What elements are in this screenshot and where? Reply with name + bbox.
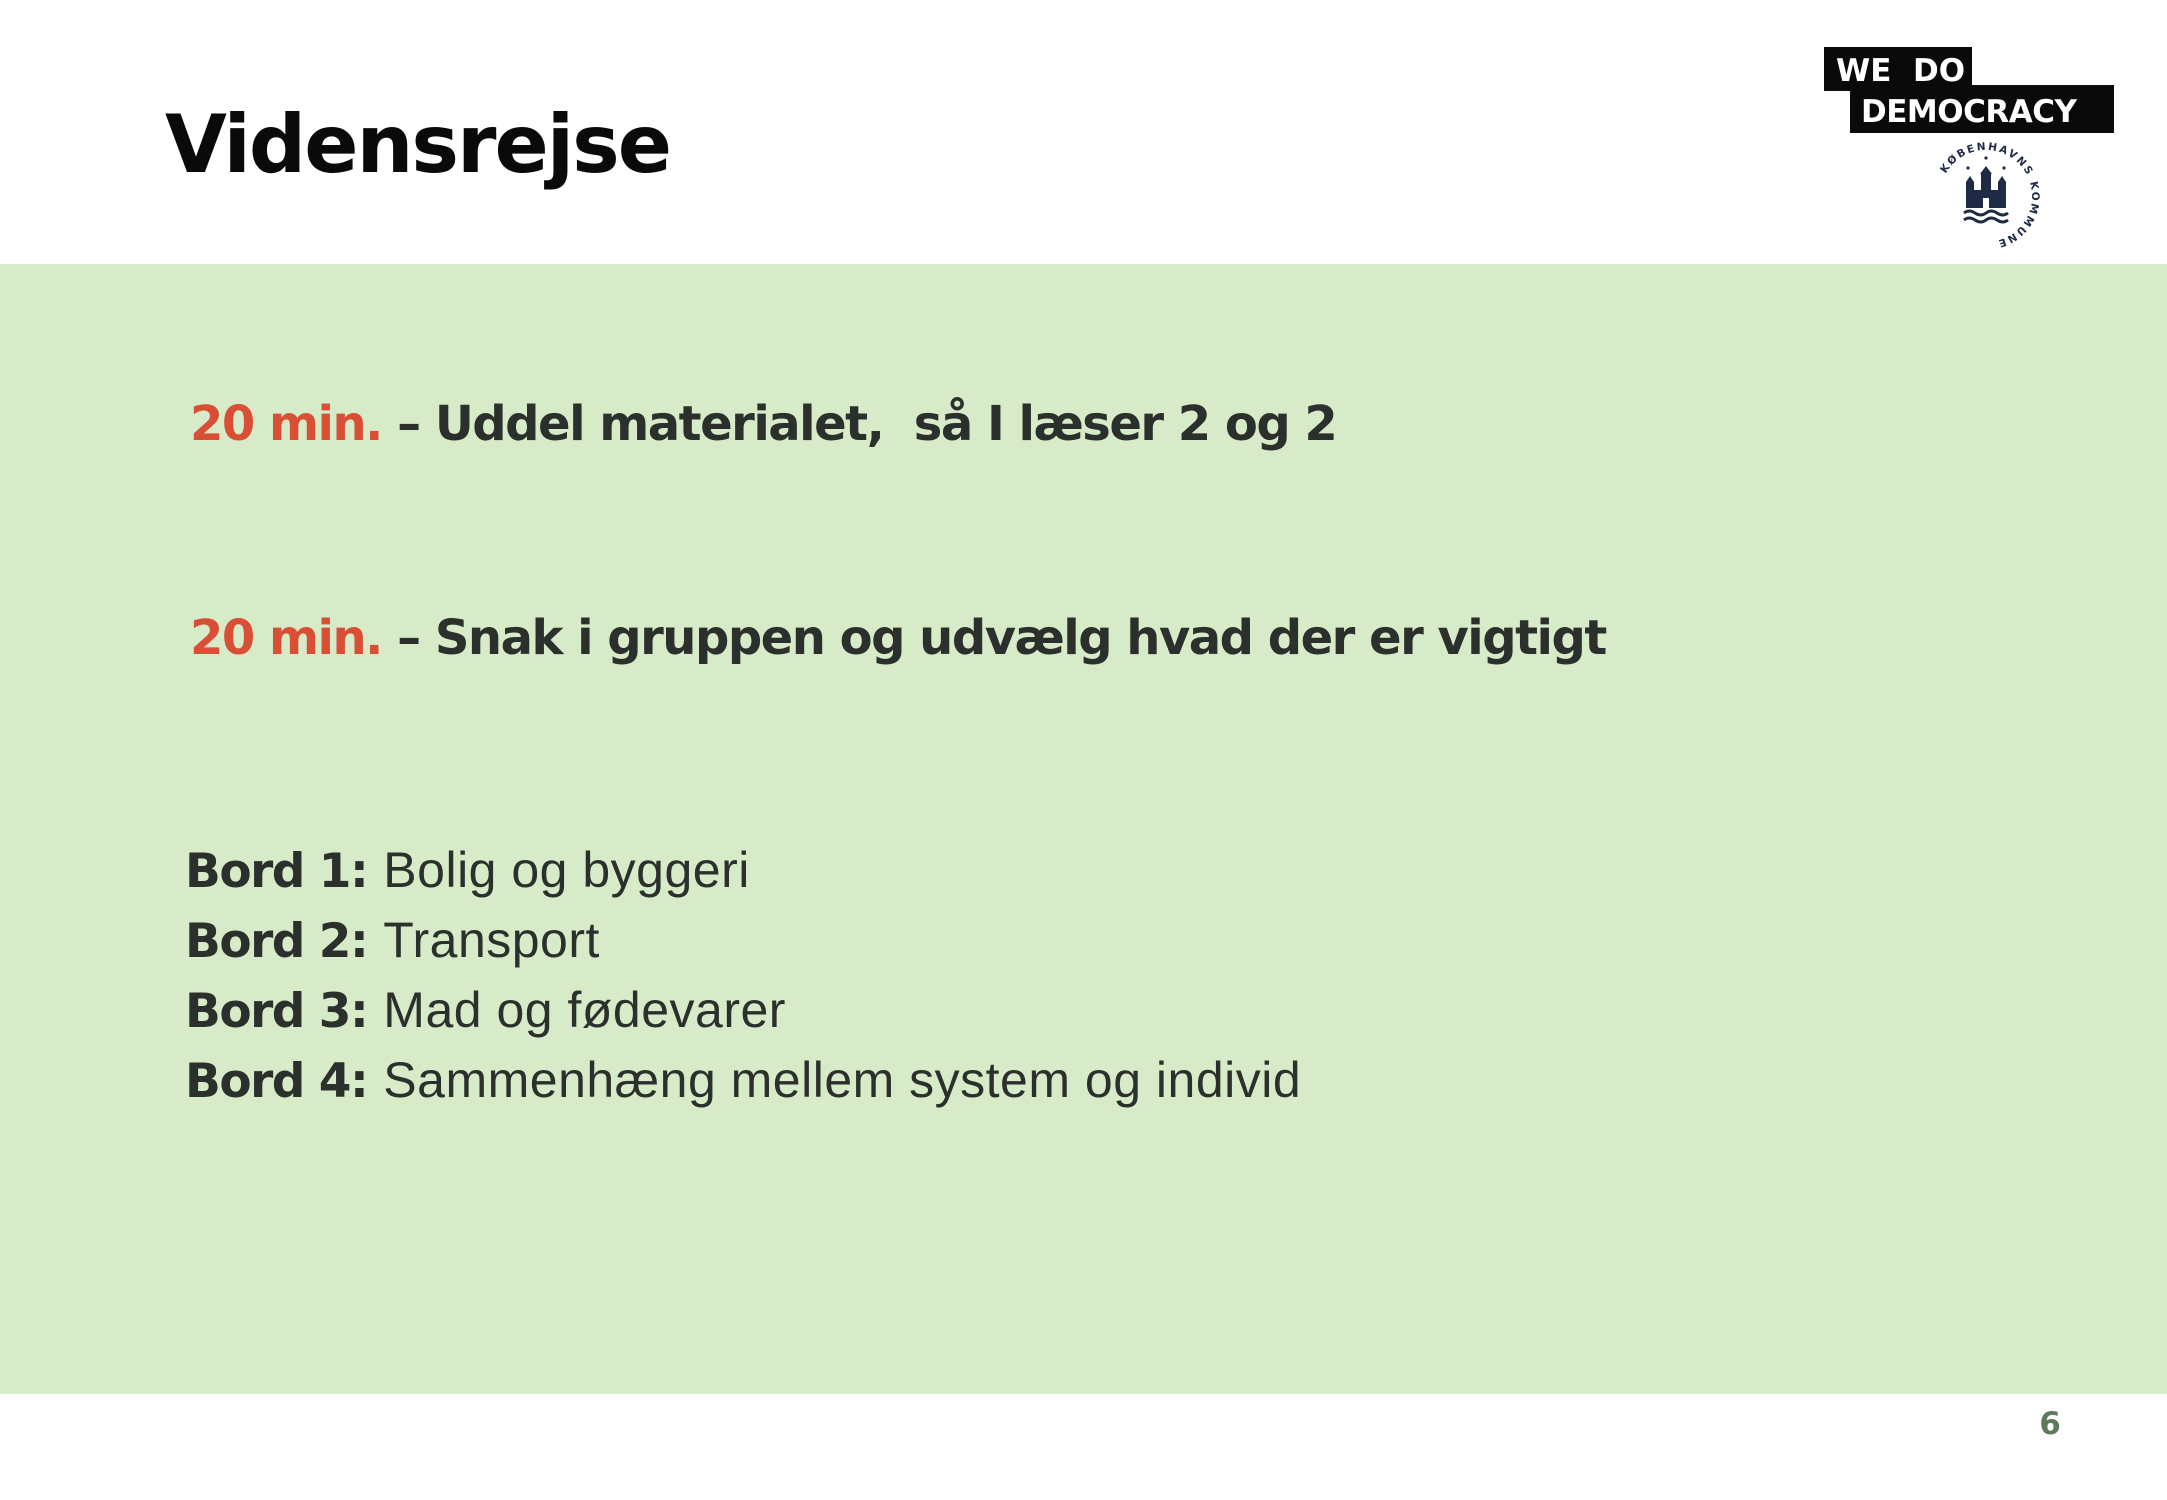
step-2: 20 min. – Snak i gruppen og udvælg hvad …	[190, 614, 1607, 662]
table-2-topic: Transport	[383, 912, 600, 968]
logo-text-line2: DEMOCRACY	[1861, 94, 2077, 130]
table-1-topic: Bolig og byggeri	[383, 842, 750, 898]
tables-list: Bord 1: Bolig og byggeri Bord 2: Transport…	[185, 836, 1301, 1116]
kobenhavns-kommune-seal: KØBENHAVNS KOMMUNE	[1938, 141, 2039, 250]
logo-area: WE DO DEMOCRACY KØBENHAVNS KOMMUNE	[1820, 45, 2115, 260]
table-item-3: Bord 3: Mad og fødevarer	[185, 976, 1301, 1046]
table-3-topic: Mad og fødevarer	[383, 982, 786, 1038]
page-number: 6	[2039, 1406, 2061, 1442]
table-3-label: Bord 3:	[185, 984, 369, 1039]
table-item-1: Bord 1: Bolig og byggeri	[185, 836, 1301, 906]
step-2-text: Snak i gruppen og udvælg hvad der er vig…	[434, 610, 1607, 666]
step-2-separator: –	[397, 610, 421, 666]
table-item-2: Bord 2: Transport	[185, 906, 1301, 976]
table-item-4: Bord 4: Sammenhæng mellem system og indiv…	[185, 1046, 1301, 1116]
step-2-time: 20 min.	[190, 610, 383, 666]
table-1-label: Bord 1:	[185, 844, 369, 899]
we-do-democracy-logo: WE DO DEMOCRACY	[1824, 47, 2114, 133]
step-1-text: Uddel materialet, så I læser 2 og 2	[434, 396, 1338, 452]
table-4-label: Bord 4:	[185, 1054, 369, 1109]
castle-icon	[1963, 156, 2009, 224]
table-4-topic: Sammenhæng mellem system og individ	[383, 1052, 1302, 1108]
step-1: 20 min. – Uddel materialet, så I læser 2…	[190, 400, 1338, 448]
step-1-time: 20 min.	[190, 396, 383, 452]
step-1-separator: –	[397, 396, 421, 452]
logo-text-line1: WE DO	[1836, 53, 1965, 89]
slide-title: Vidensrejse	[165, 98, 672, 191]
table-2-label: Bord 2:	[185, 914, 369, 969]
